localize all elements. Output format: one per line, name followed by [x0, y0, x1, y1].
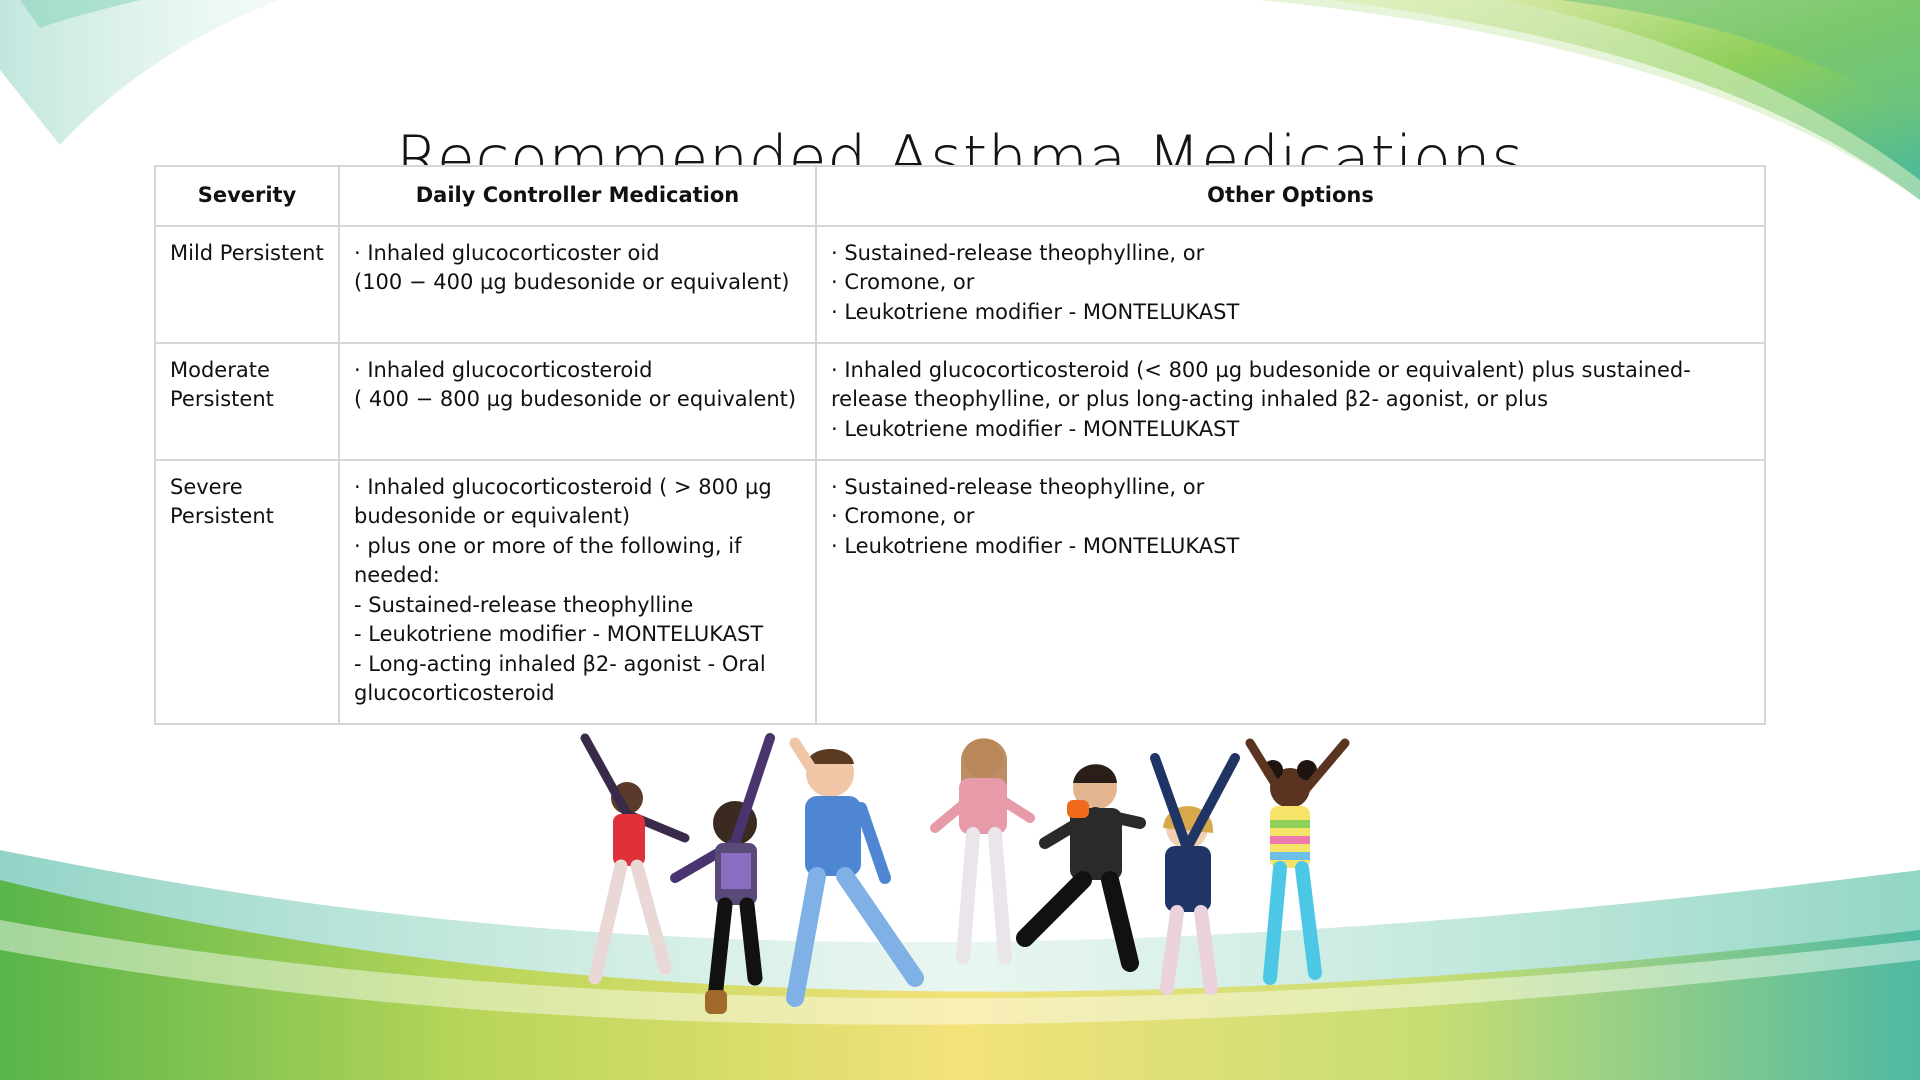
table-row-severe: Severe Persistent · Inhaled glucocortico…: [154, 458, 1766, 725]
child-figure: [1150, 753, 1240, 995]
header-severity: Severity: [154, 165, 340, 227]
cell-other: · Sustained-release theophylline, or · C…: [815, 458, 1766, 725]
cell-text: · Inhaled glucocorticoster oid: [354, 240, 660, 265]
cell-text: · Sustained-release theophylline, or: [831, 474, 1205, 499]
table-row-mild: Mild Persistent · Inhaled glucocorticost…: [154, 224, 1766, 344]
cell-text: · plus one or more of the following, if …: [354, 533, 749, 588]
cell-severity: Moderate Persistent: [154, 341, 340, 461]
cell-text: - Long-acting inhaled β2- agonist - Oral…: [354, 651, 773, 706]
cell-severity: Severe Persistent: [154, 458, 340, 725]
cell-text: - Sustained-release theophylline: [354, 592, 694, 617]
cell-text: · Inhaled glucocorticosteroid (< 800 µg …: [831, 357, 1691, 412]
medications-table-container: Severity Daily Controller Medication Oth…: [154, 165, 1766, 725]
cell-severity: Mild Persistent: [154, 224, 340, 344]
cell-text: · Leukotriene modifier - MONTELUKAST: [831, 416, 1240, 441]
header-other-options: Other Options: [815, 165, 1766, 227]
medications-table: Severity Daily Controller Medication Oth…: [154, 165, 1766, 725]
cell-text: · Cromone, or: [831, 270, 975, 294]
child-figure: [670, 733, 775, 1014]
cell-text: Persistent: [170, 504, 274, 528]
cell-other: · Inhaled glucocorticosteroid (< 800 µg …: [815, 341, 1766, 461]
cell-text: Severe: [170, 474, 243, 499]
table-row-moderate: Moderate Persistent · Inhaled glucocorti…: [154, 341, 1766, 461]
child-figure: [786, 737, 924, 1007]
header-daily-controller: Daily Controller Medication: [338, 165, 817, 227]
cell-text: · Cromone, or: [831, 504, 975, 528]
cell-other: · Sustained-release theophylline, or · C…: [815, 224, 1766, 344]
cell-text: - Leukotriene modifier - MONTELUKAST: [354, 622, 764, 646]
cell-text: (100 − 400 µg budesonide or equivalent): [354, 270, 790, 294]
cell-text: · Leukotriene modifier - MONTELUKAST: [831, 533, 1240, 558]
cell-daily: · Inhaled glucocorticosteroid ( 400 − 80…: [338, 341, 817, 461]
cell-daily: · Inhaled glucocorticosteroid ( > 800 µg…: [338, 458, 817, 725]
cell-daily: · Inhaled glucocorticoster oid (100 − 40…: [338, 224, 817, 344]
cell-text: Moderate: [170, 357, 270, 382]
child-figure: [930, 738, 1035, 965]
cell-text: ( 400 − 800 µg budesonide or equivalent): [354, 387, 797, 411]
cell-text: Mild Persistent: [170, 240, 324, 265]
jumping-children-photo: [580, 733, 1350, 1014]
table-header-row: Severity Daily Controller Medication Oth…: [154, 165, 1766, 227]
cell-text: Persistent: [170, 387, 274, 411]
child-figure: [1016, 764, 1146, 972]
cell-text: · Inhaled glucocorticosteroid: [354, 357, 653, 382]
child-figure: [580, 733, 690, 985]
child-figure: [1245, 738, 1350, 985]
slide: Recommended Asthma Medications Severity …: [0, 0, 1920, 1080]
cell-text: · Inhaled glucocorticosteroid ( > 800 µg…: [354, 474, 779, 529]
cell-text: · Leukotriene modifier - MONTELUKAST: [831, 299, 1240, 324]
cell-text: · Sustained-release theophylline, or: [831, 240, 1205, 265]
